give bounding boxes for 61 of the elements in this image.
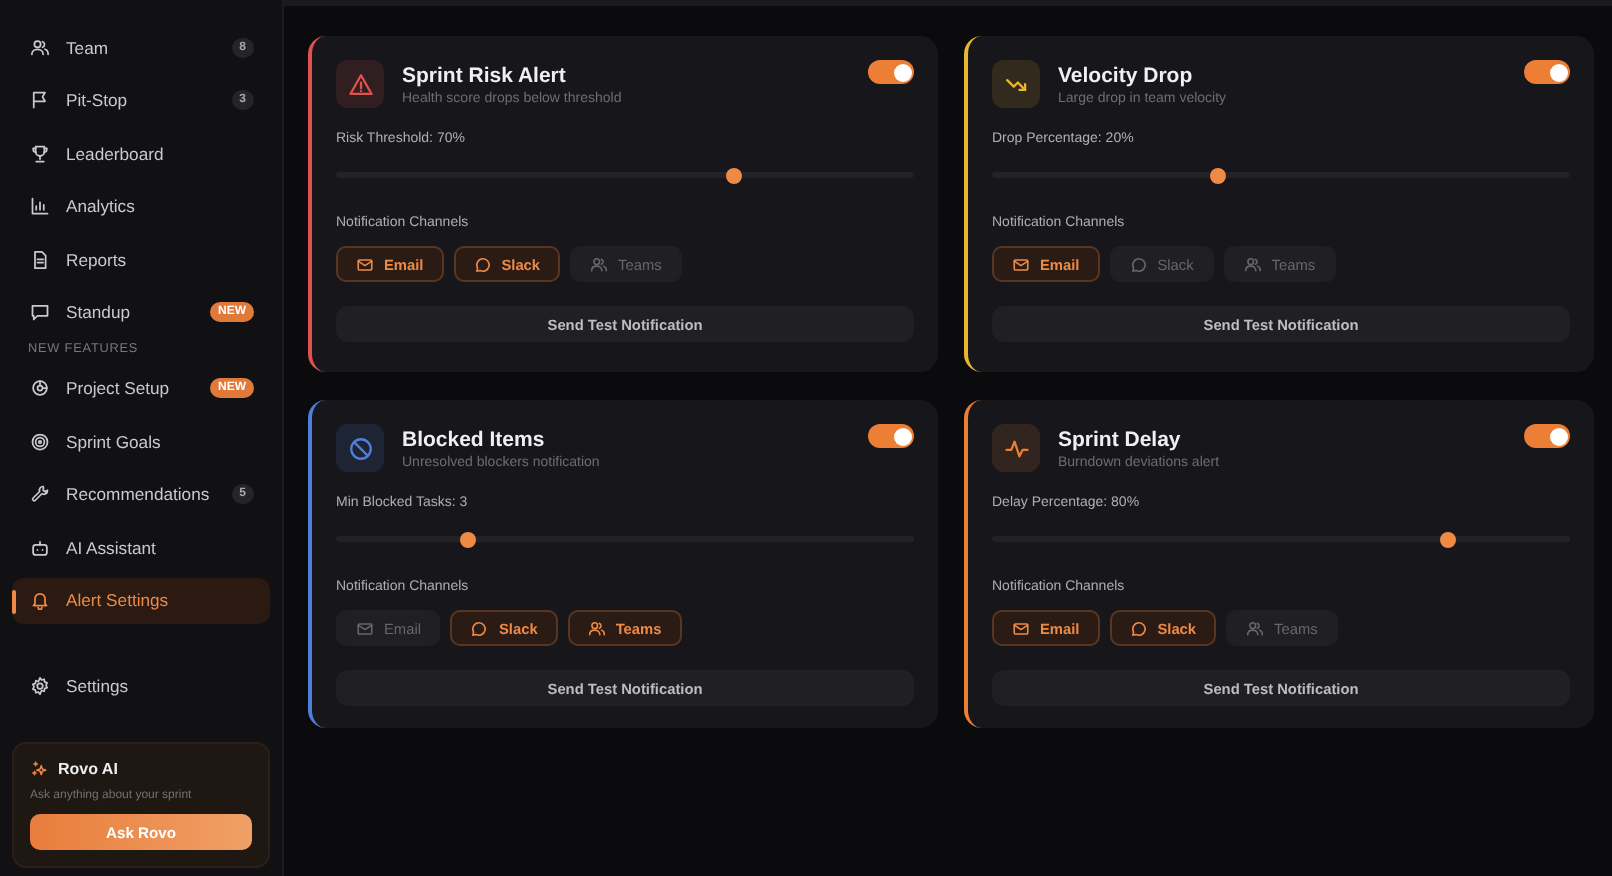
speech-bubble-icon (1129, 619, 1148, 637)
sidebar-label: Pit-Stop (66, 90, 130, 111)
toggle-switch[interactable] (868, 60, 914, 84)
sidebar-label: AI Assistant (66, 537, 158, 558)
sidebar-item[interactable]: Reports (12, 236, 270, 283)
slider-thumb[interactable] (460, 531, 477, 547)
target-icon (30, 431, 50, 452)
sidebar-label: Analytics (66, 196, 137, 217)
mail-icon (356, 619, 374, 637)
mail-icon (356, 255, 374, 273)
sidebar-label: Standup (66, 302, 133, 323)
speech-bubble-icon (470, 619, 489, 637)
sidebar-item[interactable]: Leaderboard (12, 130, 270, 177)
bar-chart-icon (30, 196, 50, 217)
speech-bubble-icon (473, 255, 492, 273)
sidebar-item[interactable]: Settings (12, 663, 270, 710)
sidebar-item[interactable]: Sprint Goals (12, 418, 270, 465)
sidebar-label: Leaderboard (66, 143, 166, 164)
sparkle-icon (30, 759, 48, 777)
toggle-switch[interactable] (1524, 60, 1570, 84)
speech-bubble-icon (30, 302, 50, 323)
speech-bubble-icon (1129, 255, 1148, 273)
slider-thumb[interactable] (726, 167, 743, 183)
trophy-icon (30, 143, 50, 164)
sidebar-label: Sprint Goals (66, 431, 163, 452)
people-icon (587, 619, 606, 637)
active-indicator (12, 589, 16, 614)
people-icon (590, 255, 609, 273)
toggle-switch[interactable] (1524, 424, 1570, 448)
mail-icon (1012, 619, 1030, 637)
toggle-switch[interactable] (868, 424, 914, 448)
mail-icon (1012, 255, 1030, 273)
sidebar-label: Recommendations (66, 484, 212, 505)
people-icon (1243, 255, 1262, 273)
robot-icon (30, 537, 50, 558)
alert-title: Sprint Delay (1058, 428, 1183, 452)
slider-thumb[interactable] (1440, 531, 1457, 547)
pulse-icon (1003, 435, 1029, 461)
sidebar-label: Settings (66, 676, 131, 697)
warning-icon (347, 71, 373, 97)
settings-icon (30, 676, 50, 697)
flag-icon (30, 90, 50, 111)
slider-thumb[interactable] (1209, 167, 1226, 183)
dial-icon (30, 378, 50, 399)
block-icon (347, 435, 373, 461)
promo-title: Rovo AI (58, 759, 118, 777)
alert-title: Velocity Drop (1058, 64, 1195, 88)
sidebar-label: Team (66, 37, 111, 57)
sidebar-label: Project Setup (66, 378, 172, 399)
people-icon (30, 37, 50, 57)
alert-title: Sprint Risk Alert (402, 64, 568, 88)
sidebar-label: Alert Settings (66, 590, 171, 611)
alert-title: Blocked Items (402, 428, 547, 452)
sidebar-label: Reports (66, 249, 129, 270)
sidebar-item[interactable]: Analytics (12, 183, 270, 230)
sidebar-item[interactable]: AI Assistant (12, 524, 270, 571)
document-icon (30, 249, 50, 270)
bell-icon (30, 590, 50, 611)
sidebar-item[interactable]: Alert Settings (12, 577, 270, 624)
wrench-icon (30, 484, 50, 505)
people-icon (1246, 619, 1265, 637)
